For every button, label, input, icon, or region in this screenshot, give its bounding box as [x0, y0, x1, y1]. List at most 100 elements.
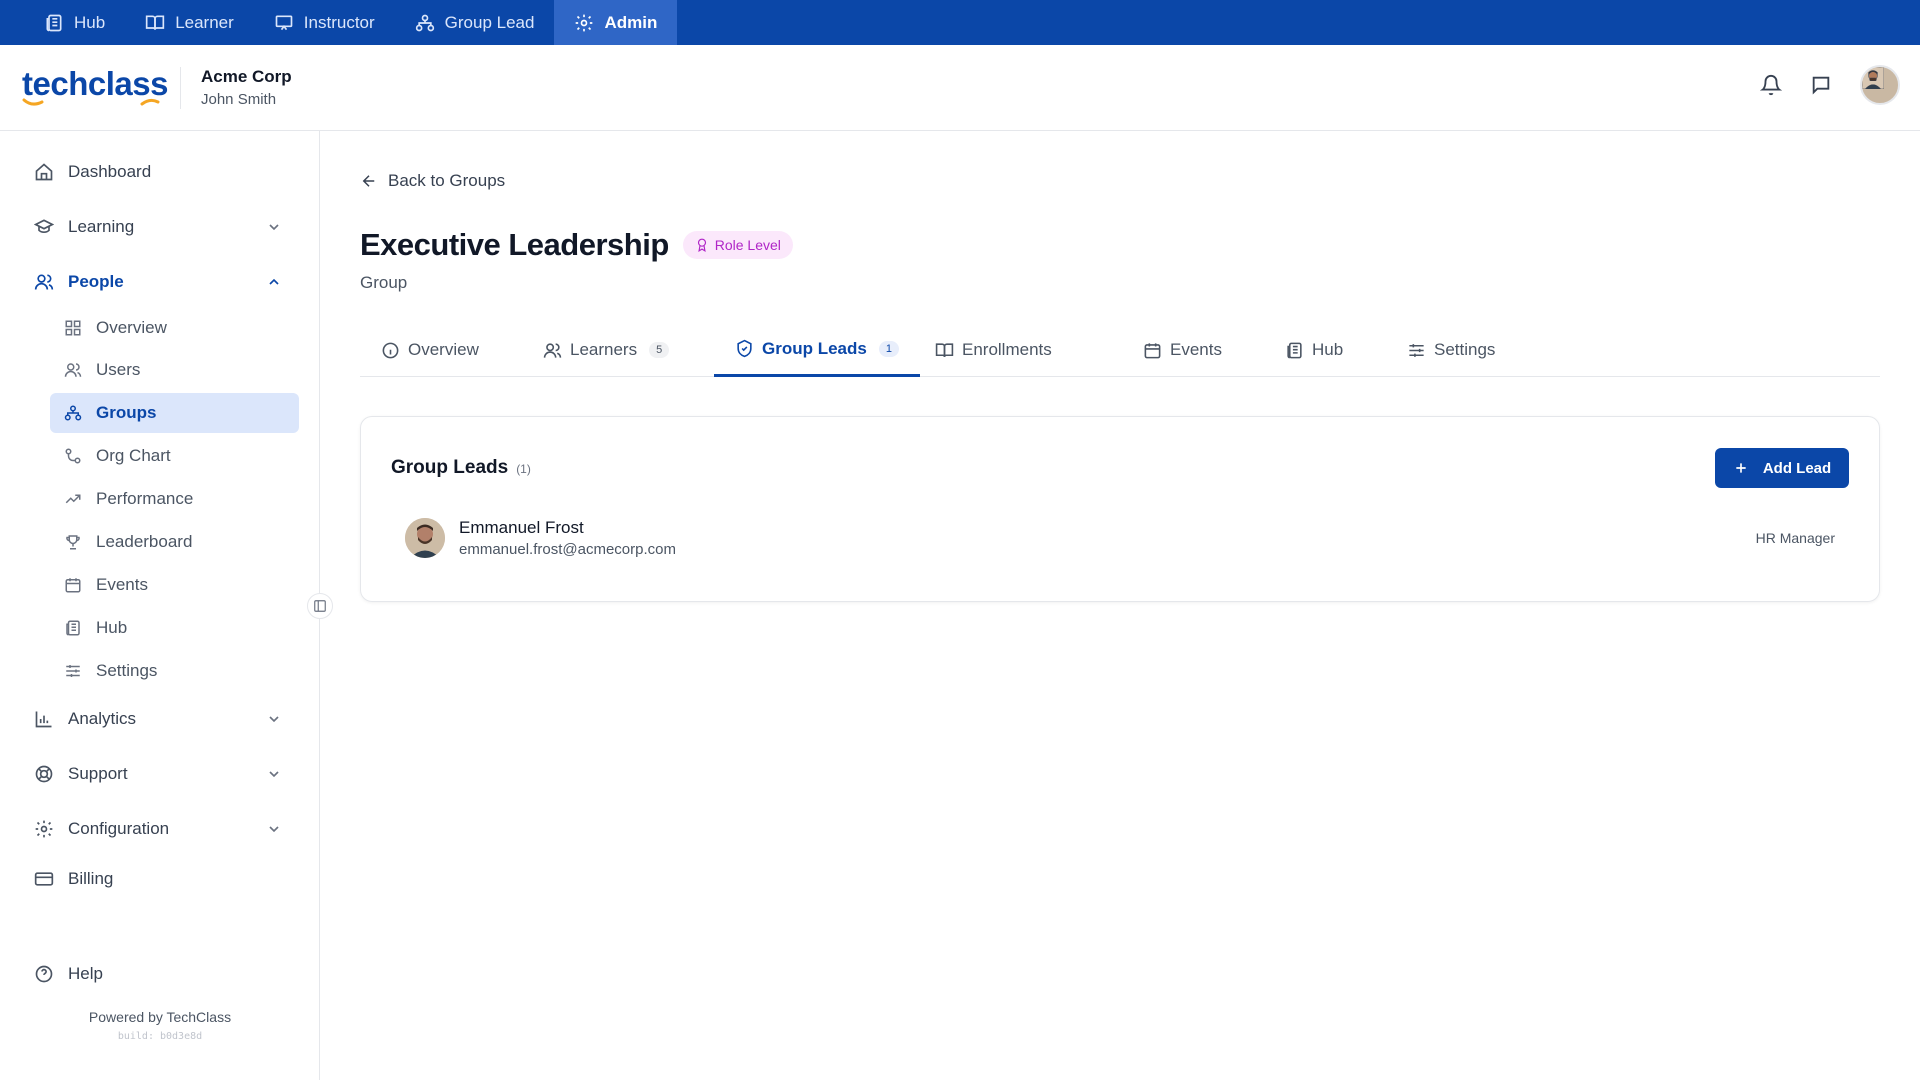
sidebar-subitem-hub[interactable]: Hub — [50, 608, 299, 648]
user-avatar[interactable] — [1860, 65, 1900, 105]
award-icon — [697, 238, 706, 252]
sidebar-subitem-label: Hub — [96, 618, 128, 637]
newspaper-icon — [1287, 342, 1302, 358]
sidebar-item-dashboard[interactable]: Dashboard — [34, 154, 292, 190]
role-tab-admin[interactable]: Admin — [554, 0, 678, 45]
role-tab-label: Admin — [604, 12, 658, 32]
gear-icon — [35, 820, 53, 838]
badge-label: Role Level — [714, 237, 781, 253]
sidebar-subitem-settings[interactable]: Settings — [50, 651, 299, 691]
tab-label: Group Leads — [762, 338, 867, 358]
sidebar-subitem-performance[interactable]: Performance — [50, 479, 299, 519]
add-lead-label: Add Lead — [1762, 459, 1832, 477]
tab-events[interactable]: Events — [1122, 323, 1243, 377]
sidebar-item-learning[interactable]: Learning — [34, 209, 292, 245]
back-to-groups-link[interactable]: Back to Groups — [360, 171, 505, 191]
sidebar-item-analytics[interactable]: Analytics — [34, 701, 292, 737]
sidebar-item-label: Support — [68, 764, 128, 783]
grid-icon — [65, 320, 81, 336]
sidebar-subitem-label: Events — [96, 575, 148, 594]
sidebar-subitem-org-chart[interactable]: Org Chart — [50, 436, 299, 476]
shield-check-icon — [737, 339, 752, 358]
title-row: Executive Leadership Role Level — [360, 227, 793, 263]
tab-label: Overview — [408, 340, 479, 359]
org-name: Acme Corp — [201, 67, 292, 86]
book-open-icon — [935, 342, 954, 357]
sidebar-item-label: Billing — [68, 869, 114, 888]
bell-icon[interactable] — [1760, 74, 1782, 96]
tab-overview[interactable]: Overview — [360, 323, 500, 377]
tab-group-leads[interactable]: Group Leads 1 — [714, 323, 920, 377]
panel-left-icon — [314, 600, 326, 612]
avatar — [405, 518, 445, 558]
users-icon — [34, 274, 54, 290]
header-actions — [1760, 65, 1900, 105]
role-tab-learner[interactable]: Learner — [125, 0, 254, 45]
list-item[interactable]: Emmanuel Frost emmanuel.frost@acmecorp.c… — [405, 515, 1835, 561]
sidebar-subitem-events[interactable]: Events — [50, 565, 299, 605]
logo-text: techclass — [22, 65, 168, 102]
sidebar-item-people[interactable]: People — [34, 264, 292, 300]
help-circle-icon — [35, 965, 53, 983]
sidebar-subitem-label: Groups — [96, 403, 157, 422]
role-tab-instructor[interactable]: Instructor — [254, 0, 395, 45]
role-tab-label: Group Lead — [444, 12, 535, 32]
sidebar-item-billing[interactable]: Billing — [34, 861, 292, 897]
users-icon — [64, 363, 82, 377]
role-level-badge: Role Level — [682, 231, 793, 259]
role-tab-hub[interactable]: Hub — [24, 0, 125, 45]
newspaper-icon — [66, 620, 80, 636]
role-tab-label: Instructor — [303, 12, 375, 32]
logo-swoosh-icon — [22, 98, 160, 106]
sidebar-item-label: Help — [68, 964, 103, 983]
network-icon — [64, 405, 82, 421]
org-chart-icon — [65, 448, 81, 464]
tab-settings[interactable]: Settings — [1386, 323, 1516, 377]
sidebar-item-label: Configuration — [68, 819, 170, 838]
techclass-logo[interactable]: techclass — [22, 65, 168, 108]
role-tab-group-lead[interactable]: Group Lead — [395, 0, 555, 45]
sidebar-item-help[interactable]: Help — [34, 956, 292, 992]
sidebar-item-configuration[interactable]: Configuration — [34, 811, 292, 847]
lead-name: Emmanuel Frost — [459, 518, 584, 537]
tab-enrollments[interactable]: Enrollments — [914, 323, 1073, 377]
org-info: Acme Corp John Smith — [201, 67, 292, 108]
card-title: Group Leads (1) — [391, 457, 531, 479]
chevron-down-icon — [269, 771, 279, 778]
sidebar-subitem-groups[interactable]: Groups — [50, 393, 299, 433]
tab-learners[interactable]: Learners 5 — [522, 323, 690, 377]
sliders-icon — [66, 665, 80, 677]
add-lead-button[interactable]: Add Lead — [1715, 448, 1849, 488]
message-icon[interactable] — [1810, 74, 1832, 96]
sidebar-subitem-users[interactable]: Users — [50, 350, 299, 390]
tab-hub[interactable]: Hub — [1264, 323, 1364, 377]
life-buoy-icon — [35, 765, 53, 783]
sidebar-item-label: People — [68, 272, 124, 291]
lead-info: Emmanuel Frost emmanuel.frost@acmecorp.c… — [459, 518, 676, 558]
plus-icon — [1736, 463, 1746, 473]
sidebar-collapse-button[interactable] — [307, 593, 333, 619]
build-id: build: b0d3e8d — [117, 1031, 203, 1042]
sidebar-subitem-leaderboard[interactable]: Leaderboard — [50, 522, 299, 562]
gear-icon — [576, 14, 593, 31]
calendar-icon — [65, 578, 81, 593]
sidebar-subitem-label: Users — [96, 360, 141, 379]
sidebar-subitem-label: Performance — [96, 489, 194, 508]
tab-label: Learners — [570, 340, 638, 359]
sidebar-subitem-overview[interactable]: Overview — [50, 308, 299, 348]
sidebar-subitem-label: Org Chart — [96, 446, 171, 465]
calendar-icon — [1144, 342, 1161, 358]
tab-label: Enrollments — [962, 340, 1052, 359]
tab-label: Settings — [1434, 340, 1496, 359]
lead-role: HR Manager — [1755, 530, 1835, 546]
chevron-up-icon — [269, 278, 279, 285]
tab-count-badge: 5 — [649, 342, 670, 358]
sidebar-subitem-label: Settings — [96, 661, 158, 680]
powered-by: Powered by TechClass — [88, 1009, 232, 1025]
card-count: (1) — [516, 462, 531, 476]
sidebar-item-support[interactable]: Support — [34, 756, 292, 792]
group-tabs: Overview Learners 5 Group Leads 1 Enroll… — [360, 323, 1880, 377]
tab-count-badge: 1 — [878, 340, 899, 357]
tab-label: Hub — [1312, 340, 1344, 359]
sidebar-subitem-label: Leaderboard — [96, 532, 193, 551]
